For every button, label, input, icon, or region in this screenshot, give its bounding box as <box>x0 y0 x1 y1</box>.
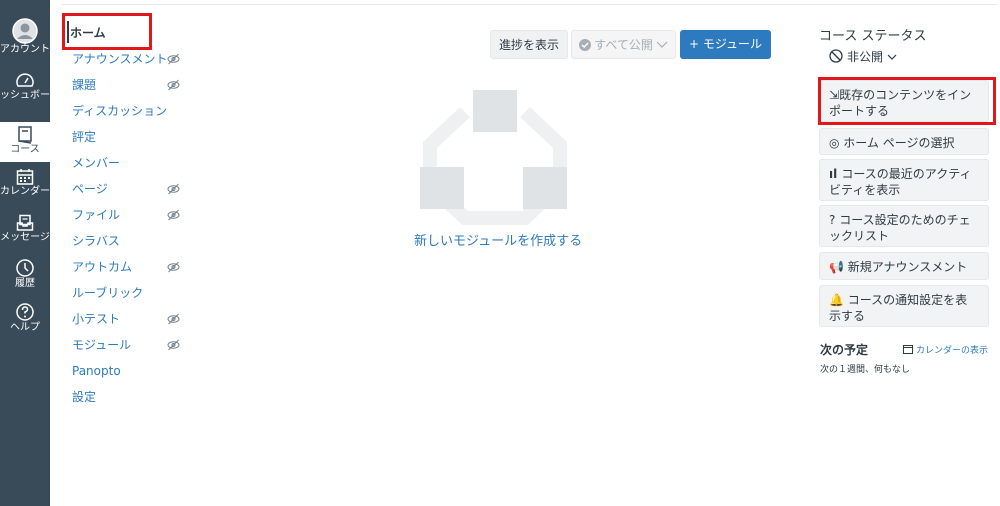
course-nav-pages[interactable]: ページ <box>72 179 108 199</box>
choose-home-page-label: ホーム ページの選択 <box>843 136 955 150</box>
course-setup-checklist-label: コース設定のためのチェックリスト <box>829 213 971 243</box>
clock-icon <box>16 259 34 277</box>
global-nav-courses[interactable]: コース <box>0 122 50 162</box>
course-nav-outcomes[interactable]: アウトカム <box>72 257 132 277</box>
dashboard-icon <box>16 73 34 87</box>
top-divider <box>62 4 997 5</box>
hidden-eye-icon <box>167 209 180 221</box>
calendar-icon <box>16 169 34 185</box>
course-nav-grades[interactable]: 評定 <box>72 127 96 147</box>
chevron-down-icon <box>656 41 668 48</box>
global-nav-help[interactable]: ヘルプ <box>0 302 50 334</box>
course-nav-panopto[interactable]: Panopto <box>72 361 121 381</box>
inbox-icon <box>16 214 34 231</box>
course-status-value: 非公開 <box>847 50 884 64</box>
global-nav-label: ダッシュボード <box>0 90 60 101</box>
course-nav-people[interactable]: メンバー <box>72 153 120 173</box>
hidden-eye-icon <box>167 339 180 351</box>
modules-empty-illustration <box>420 90 567 225</box>
course-activity-label: コースの最近のアクティビティを表示 <box>829 167 972 197</box>
help-icon <box>16 303 34 321</box>
course-nav-files[interactable]: ファイル <box>72 205 120 225</box>
view-progress-label: 進捗を表示 <box>498 38 559 52</box>
view-progress-button[interactable]: 進捗を表示 <box>490 30 568 59</box>
publish-all-button[interactable]: すべて公開 <box>571 30 676 59</box>
course-status-dropdown[interactable]: 非公開 <box>829 48 897 65</box>
chevron-down-icon <box>887 54 897 60</box>
course-nav-modules[interactable]: モジュール <box>72 335 131 355</box>
megaphone-icon: 📢 <box>829 260 848 274</box>
global-nav-dashboard[interactable]: ダッシュボード <box>0 72 60 102</box>
notification-settings-button[interactable]: 🔔 コースの通知設定を表示する <box>819 285 989 327</box>
global-nav-account[interactable]: アカウント <box>0 18 50 56</box>
notification-settings-label: コースの通知設定を表示する <box>829 293 968 323</box>
global-nav-calendar[interactable]: カレンダー <box>0 168 50 198</box>
hidden-eye-icon <box>167 53 180 65</box>
unpublished-icon <box>829 49 843 63</box>
global-nav: アカウント ダッシュボード コース カレンダー <box>0 0 60 506</box>
check-circle-icon <box>579 39 592 51</box>
coming-up-empty-note: 次の１週間、何もなし <box>820 365 911 375</box>
global-nav-label: 履歴 <box>15 278 35 289</box>
course-nav-discussions[interactable]: ディスカッション <box>72 101 167 121</box>
target-icon: ◎ <box>829 136 844 150</box>
course-nav-settings[interactable]: 設定 <box>72 387 96 407</box>
global-nav-label: ヘルプ <box>10 322 40 333</box>
course-nav-rubrics[interactable]: ルーブリック <box>72 283 143 303</box>
bar-chart-icon: ıl <box>829 167 842 181</box>
bell-icon: 🔔 <box>829 293 848 307</box>
hidden-eye-icon <box>167 261 180 273</box>
avatar-icon <box>12 18 38 44</box>
course-nav-announcements[interactable]: アナウンスメント <box>72 49 168 69</box>
highlight-box-home <box>62 13 152 50</box>
new-announcement-button[interactable]: 📢 新規アナウンスメント <box>819 252 989 280</box>
book-icon <box>18 126 32 144</box>
question-icon: ? <box>829 213 840 227</box>
highlight-box-import <box>818 77 996 125</box>
course-status-title: コース ステータス <box>819 29 927 44</box>
course-nav-syllabus[interactable]: シラバス <box>72 231 120 251</box>
global-nav-label: カレンダー <box>0 186 50 197</box>
calendar-icon <box>903 345 913 354</box>
publish-all-label: すべて公開 <box>594 38 653 52</box>
hidden-eye-icon <box>167 79 180 91</box>
global-nav-label: コース <box>10 144 40 155</box>
hidden-eye-icon <box>167 183 180 195</box>
global-nav-label: メッセージ <box>0 232 50 243</box>
add-module-label: + モジュール <box>688 37 763 51</box>
view-calendar-link[interactable]: カレンダーの表示 <box>903 343 988 356</box>
course-nav-quizzes[interactable]: 小テスト <box>72 309 120 329</box>
course-activity-button[interactable]: ıl コースの最近のアクティビティを表示 <box>819 159 989 201</box>
global-nav-inbox[interactable]: メッセージ <box>0 214 50 244</box>
add-module-button[interactable]: + モジュール <box>680 30 771 59</box>
hidden-eye-icon <box>167 313 180 325</box>
coming-up-title: 次の予定 <box>820 343 869 357</box>
choose-home-page-button[interactable]: ◎ ホーム ページの選択 <box>819 128 989 155</box>
view-calendar-label: カレンダーの表示 <box>916 346 989 356</box>
create-module-link[interactable]: 新しいモジュールを作成する <box>414 230 582 249</box>
global-nav-label: アカウント <box>0 44 50 55</box>
course-nav-assignments[interactable]: 課題 <box>72 75 96 95</box>
new-announcement-label: 新規アナウンスメント <box>847 260 968 274</box>
global-nav-history[interactable]: 履歴 <box>0 258 50 290</box>
course-setup-checklist-button[interactable]: ? コース設定のためのチェックリスト <box>819 205 989 247</box>
